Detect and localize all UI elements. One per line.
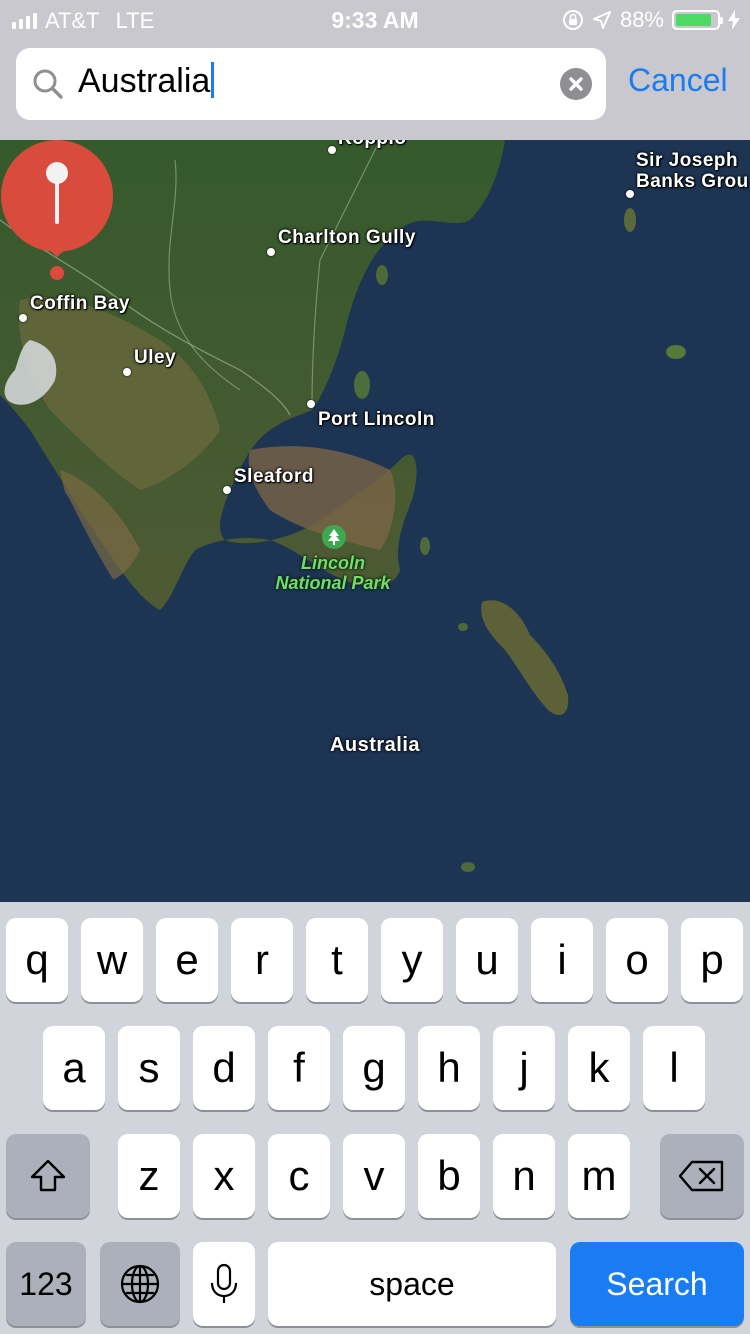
- key-g[interactable]: g: [343, 1026, 405, 1110]
- town-dot-coffin-bay: [19, 314, 27, 322]
- backspace-key[interactable]: [660, 1134, 744, 1218]
- map-label-charlton-gully[interactable]: Charlton Gully: [278, 227, 416, 249]
- key-b[interactable]: b: [418, 1134, 480, 1218]
- keyboard: 123 space Search qwertyuiop asdfghjkl zxcv…: [0, 902, 750, 1334]
- map-label-port-lincoln[interactable]: Port Lincoln: [318, 409, 435, 431]
- key-t[interactable]: t: [306, 918, 368, 1002]
- map-label-uley[interactable]: Uley: [134, 347, 176, 369]
- status-right: 88%: [562, 7, 740, 33]
- map-label-koppio[interactable]: Koppio: [338, 140, 406, 150]
- town-dot-uley: [123, 368, 131, 376]
- key-j[interactable]: j: [493, 1026, 555, 1110]
- key-r[interactable]: r: [231, 918, 293, 1002]
- key-x[interactable]: x: [193, 1134, 255, 1218]
- key-v[interactable]: v: [343, 1134, 405, 1218]
- text-cursor: [211, 62, 215, 98]
- map-label-banks-group[interactable]: Banks Grou: [636, 171, 749, 193]
- globe-icon: [120, 1264, 160, 1304]
- town-dot-sir-joseph: [626, 190, 634, 198]
- key-y[interactable]: y: [381, 918, 443, 1002]
- key-e[interactable]: e: [156, 918, 218, 1002]
- park-label-line2: National Park: [275, 573, 391, 593]
- orientation-lock-icon: [562, 10, 583, 30]
- battery-percent: 88%: [619, 7, 664, 32]
- key-k[interactable]: k: [568, 1026, 630, 1110]
- key-o[interactable]: o: [606, 918, 668, 1002]
- key-m[interactable]: m: [568, 1134, 630, 1218]
- numbers-key[interactable]: 123: [6, 1242, 86, 1326]
- charging-bolt-icon: [728, 10, 740, 30]
- location-pin-icon[interactable]: [0, 140, 114, 280]
- park-label[interactable]: Lincoln National Park: [268, 553, 398, 593]
- town-dot-koppio: [328, 146, 336, 154]
- key-s[interactable]: s: [118, 1026, 180, 1110]
- park-tree-icon[interactable]: [321, 524, 347, 550]
- key-d[interactable]: d: [193, 1026, 255, 1110]
- location-arrow-icon: [592, 11, 611, 29]
- town-dot-charlton-gully: [267, 248, 275, 256]
- town-dot-sleaford: [223, 486, 231, 494]
- satellite-map[interactable]: Koppio Sir Joseph Banks Grou Charlton Gu…: [0, 140, 750, 902]
- search-key[interactable]: Search: [570, 1242, 744, 1326]
- space-key[interactable]: space: [268, 1242, 556, 1326]
- backspace-icon: [678, 1160, 724, 1192]
- globe-key[interactable]: [100, 1242, 180, 1326]
- cancel-button[interactable]: Cancel: [628, 62, 728, 99]
- microphone-key[interactable]: [193, 1242, 255, 1326]
- key-i[interactable]: i: [531, 918, 593, 1002]
- map-label-sleaford[interactable]: Sleaford: [234, 466, 314, 488]
- header: AT&T LTE 9:33 AM 88% Australia Cancel: [0, 0, 750, 140]
- search-field[interactable]: Australia: [16, 48, 606, 120]
- key-w[interactable]: w: [81, 918, 143, 1002]
- key-c[interactable]: c: [268, 1134, 330, 1218]
- shift-icon: [30, 1159, 66, 1192]
- clear-x-icon: [569, 77, 583, 91]
- pin-label[interactable]: Australia: [0, 734, 750, 757]
- town-dot-port-lincoln: [307, 400, 315, 408]
- search-input[interactable]: Australia: [78, 62, 215, 101]
- search-input-text: Australia: [78, 62, 211, 100]
- map-label-coffin-bay[interactable]: Coffin Bay: [30, 293, 130, 315]
- park-label-line1: Lincoln: [301, 553, 365, 573]
- key-z[interactable]: z: [118, 1134, 180, 1218]
- key-a[interactable]: a: [43, 1026, 105, 1110]
- key-u[interactable]: u: [456, 918, 518, 1002]
- battery-level-fill: [676, 14, 711, 26]
- key-l[interactable]: l: [643, 1026, 705, 1110]
- key-n[interactable]: n: [493, 1134, 555, 1218]
- key-f[interactable]: f: [268, 1026, 330, 1110]
- battery-icon: [672, 10, 723, 30]
- status-bar: AT&T LTE 9:33 AM 88%: [0, 0, 750, 40]
- microphone-icon: [210, 1263, 238, 1303]
- key-h[interactable]: h: [418, 1026, 480, 1110]
- key-p[interactable]: p: [681, 918, 743, 1002]
- search-icon: [33, 69, 63, 99]
- map-label-sir-joseph[interactable]: Sir Joseph: [636, 150, 738, 172]
- shift-key[interactable]: [6, 1134, 90, 1218]
- key-q[interactable]: q: [6, 918, 68, 1002]
- clear-text-button[interactable]: [560, 68, 592, 100]
